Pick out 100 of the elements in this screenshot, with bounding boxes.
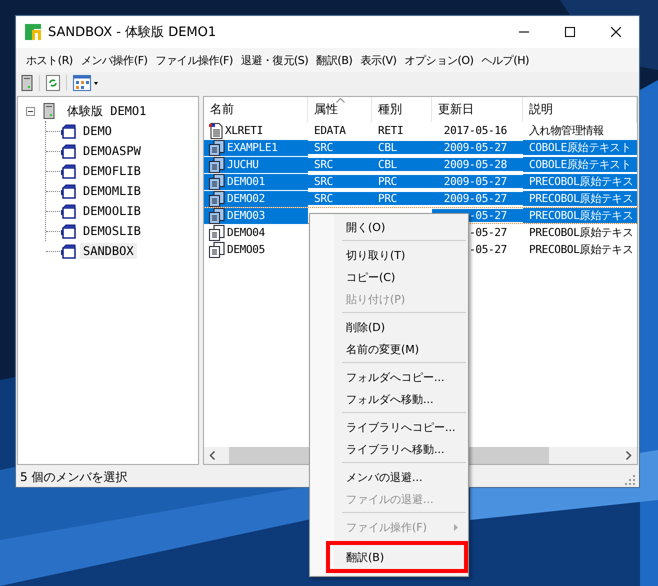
library-icon [61,163,77,179]
column-header[interactable]: 名前 [204,97,308,122]
menu-item[interactable]: ファイル操作(F) [152,48,237,72]
submenu-arrow-icon [454,524,458,531]
tree-item[interactable]: 体験版 DEMO1 [64,102,150,120]
cell-text: CBL [378,158,397,171]
menu-item[interactable]: 切り取り(T) [312,244,466,266]
cell-text: COBOLE原始テキスト [529,157,632,172]
scroll-left-icon[interactable] [209,451,216,460]
library-icon [61,203,77,219]
cell-text: EDATA [314,124,346,137]
cell-text: 2009-05-27 [444,141,507,154]
cell-text: 2009-05-27 [444,192,507,205]
tree-item[interactable]: DEMO [80,123,115,139]
server-icon[interactable] [19,75,35,91]
resize-grip-icon[interactable] [625,475,635,485]
source-file-icon [209,174,225,190]
cell-text: PRECOBOL原始テキス [529,225,634,240]
cell-text: COBOLE原始テキスト [529,140,632,155]
cell-text: SRC [314,141,333,154]
library-icon [61,143,77,159]
tree-item[interactable]: DEMOSLIB [80,223,144,239]
name-cell[interactable]: DEMO04 [204,224,308,240]
cell-text: DEMO05 [227,243,265,256]
menu-item[interactable]: 翻訳(B) [312,48,356,72]
source-file-icon [209,208,225,224]
column-header[interactable]: 属性 [308,97,372,122]
menu-item[interactable]: 名前の変更(M) [312,338,466,360]
menu-item[interactable]: フォルダへコピー... [312,366,466,388]
cell-text: RETI [378,124,404,137]
cell-text: 2017-05-16 [444,124,507,137]
name-cell[interactable]: DEMO01 [204,174,308,190]
cell-text: XLRETI [225,124,263,137]
library-icon [61,223,77,239]
menu-item[interactable]: 削除(D) [312,316,466,338]
column-header[interactable]: 説明 [523,97,637,122]
source-file-icon [209,156,225,172]
column-header[interactable]: 更新日 [432,97,523,122]
menu-item[interactable]: メンバ操作(F) [76,48,152,72]
document-icon [209,122,223,138]
menu-item[interactable]: 退避・復元(S) [236,48,312,72]
cell-text: DEMO04 [227,226,265,239]
column-header[interactable]: 種別 [372,97,432,122]
menu-item[interactable]: ライブラリへ移動... [312,438,466,460]
window-title: SANDBOX - 体験版 DEMO1 [48,24,218,41]
tree-item[interactable]: DEMOASPW [80,143,144,159]
menu-item[interactable]: ヘルプ(H) [478,48,533,72]
cell-text: 2009-05-27 [444,175,507,188]
menu-item[interactable]: コピー(C) [312,266,466,288]
tree-item[interactable]: SANDBOX [80,243,137,259]
cell-text: 入れ物管理情報 [529,123,604,138]
tree-item[interactable]: DEMOOLIB [80,203,144,219]
library-icon [61,243,77,259]
menu-item[interactable]: 表示(V) [356,48,400,72]
app-icon [24,23,42,41]
tree-item[interactable]: DEMOMLIB [80,183,144,199]
source-file-icon [209,190,225,206]
cell-text: CBL [378,141,397,154]
name-cell[interactable]: EXAMPLE1 [204,140,308,156]
menu-item[interactable]: フォルダへ移動... [312,388,466,410]
menu-item[interactable]: 開く(O) [312,216,466,238]
refresh-icon[interactable] [44,75,62,91]
name-cell[interactable]: DEMO05 [204,242,308,258]
name-cell[interactable]: JUCHU [204,156,308,172]
cell-text: PRECOBOL原始テキス [529,191,634,206]
tree-item[interactable]: DEMOFLIB [80,163,144,179]
name-cell[interactable]: DEMO02 [204,190,308,206]
cell-text: PRC [378,175,397,188]
cell-text: -05-27 [469,243,507,256]
source-file-icon [209,242,225,258]
menu-item[interactable]: ホスト(R) [22,48,77,72]
cell-text: -05-27 [469,209,507,222]
menu-item[interactable]: オプション(O) [400,48,478,72]
close-icon[interactable] [611,27,621,37]
source-file-icon [209,140,225,156]
name-cell[interactable]: DEMO03 [204,208,308,224]
status-text: 5 個のメンバを選択 [20,468,128,486]
cell-text: SRC [314,175,333,188]
cell-text: PRC [378,192,397,205]
cell-text: EXAMPLE1 [227,141,278,154]
server-icon [43,103,55,119]
view-options-icon[interactable] [71,75,101,91]
cell-text: JUCHU [227,158,259,171]
menu-item[interactable]: ライブラリへコピー... [312,416,466,438]
source-file-icon [209,224,225,240]
cell-text: PRECOBOL原始テキス [529,208,634,223]
maximize-icon[interactable] [565,27,575,37]
cell-text: PRECOBOL原始テキス [529,174,634,189]
menu-item[interactable]: メンバの退避... [312,466,466,488]
cell-text: DEMO03 [227,209,265,222]
cell-text: DEMO02 [227,192,265,205]
cell-text: -05-27 [469,226,507,239]
name-cell[interactable]: XLRETI [204,122,308,138]
cell-text: SRC [314,158,333,171]
scroll-right-icon[interactable] [625,451,632,460]
cell-text: DEMO01 [227,175,265,188]
library-icon [61,123,77,139]
cell-text: SRC [314,192,333,205]
menu-item[interactable]: 翻訳(B) [326,541,468,573]
collapse-icon[interactable] [26,106,35,116]
